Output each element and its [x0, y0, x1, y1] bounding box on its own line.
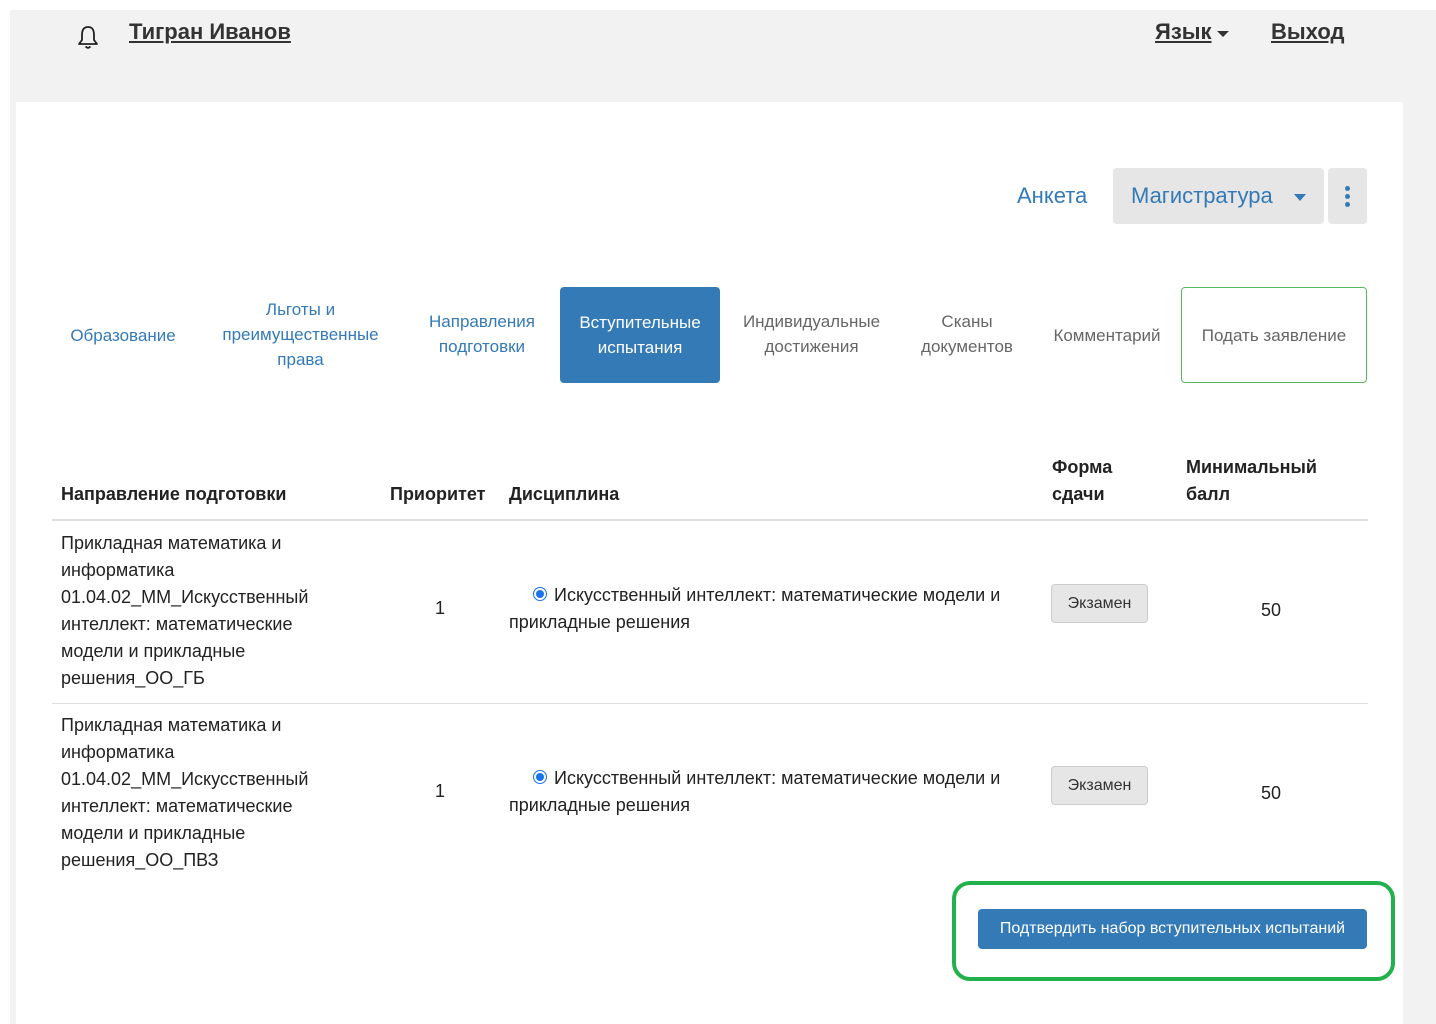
tab-submit-application[interactable]: Подать заявление — [1181, 287, 1367, 383]
tab-document-scans[interactable]: Сканы документов — [910, 308, 1024, 360]
tab-benefits[interactable]: Льготы и преимущественные права — [208, 296, 393, 372]
exam-form-button[interactable]: Экзамен — [1051, 766, 1148, 805]
column-header-priority: Приоритет — [390, 484, 486, 504]
logout-link[interactable]: Выход — [1271, 19, 1344, 45]
program-dropdown-button[interactable]: Магистратура — [1113, 168, 1324, 224]
page-gutter-right — [1403, 102, 1436, 1024]
tab-achievements[interactable]: Индивидуальные достижения — [731, 308, 892, 360]
min-score-cell: 50 — [1261, 783, 1282, 803]
table-header-divider — [52, 519, 1368, 521]
direction-cell: Прикладная математика и информатика 01.0… — [61, 715, 309, 870]
discipline-cell: Искусственный интеллект: математические … — [509, 585, 1001, 632]
anketa-link[interactable]: Анкета — [1017, 183, 1087, 209]
tab-entrance-exams[interactable]: Вступительные испытания — [560, 287, 720, 383]
min-score-cell: 50 — [1261, 600, 1282, 620]
priority-cell: 1 — [435, 598, 446, 618]
column-header-discipline: Дисциплина — [509, 484, 620, 504]
user-name-link[interactable]: Тигран Иванов — [129, 19, 291, 45]
confirm-exams-button[interactable]: Подтвердить набор вступительных испытани… — [978, 909, 1367, 949]
tab-education[interactable]: Образование — [58, 310, 188, 360]
discipline-cell: Искусственный интеллект: математические … — [509, 768, 1001, 815]
tab-directions[interactable]: Направления подготовки — [413, 308, 551, 360]
language-dropdown[interactable]: Язык — [1155, 19, 1212, 45]
column-header-direction: Направление подготовки — [61, 484, 287, 504]
exam-form-button[interactable]: Экзамен — [1051, 584, 1148, 623]
program-dropdown-label: Магистратура — [1131, 183, 1273, 208]
more-options-button[interactable] — [1328, 168, 1367, 224]
chevron-down-icon[interactable] — [1217, 31, 1229, 37]
tab-comment[interactable]: Комментарий — [1041, 322, 1173, 348]
direction-cell: Прикладная математика и информатика 01.0… — [61, 533, 309, 688]
bell-icon[interactable] — [76, 24, 100, 50]
row-divider — [52, 703, 1368, 704]
caret-down-icon — [1294, 194, 1306, 201]
priority-cell: 1 — [435, 781, 446, 801]
column-header-form: Форма сдачи — [1052, 457, 1113, 504]
column-header-min-score: Минимальный балл — [1186, 457, 1317, 504]
